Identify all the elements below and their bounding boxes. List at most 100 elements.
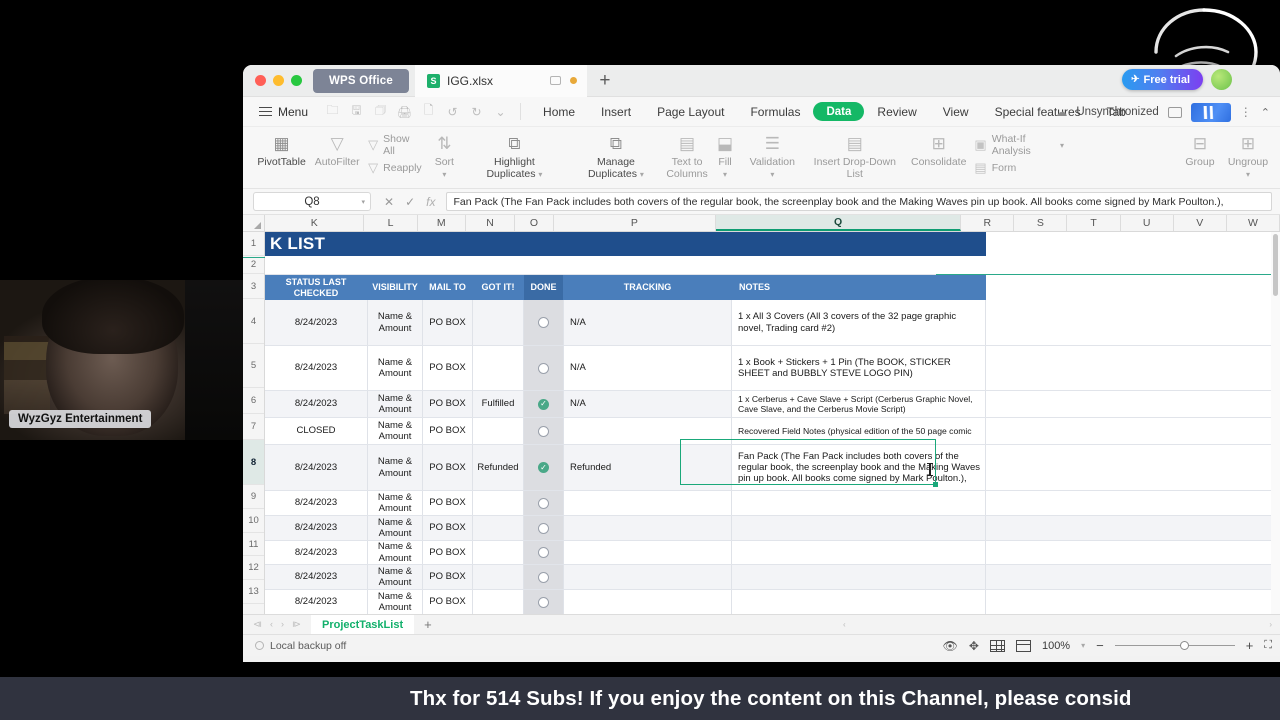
- collapse-ribbon-icon[interactable]: ⌃: [1261, 106, 1274, 119]
- row-header-8[interactable]: 8: [243, 440, 264, 485]
- cell-notes[interactable]: [732, 541, 986, 564]
- formula-input[interactable]: Fan Pack (The Fan Pack includes both cov…: [446, 192, 1272, 211]
- row-header-13[interactable]: 13: [243, 580, 264, 604]
- row-header-5[interactable]: 5: [243, 344, 264, 388]
- zoom-slider-knob[interactable]: [1179, 641, 1189, 650]
- column-header-K[interactable]: K: [265, 215, 365, 231]
- cell-mail-to[interactable]: PO BOX: [423, 516, 473, 540]
- select-all-corner[interactable]: [243, 215, 265, 231]
- chevron-down-icon[interactable]: ▾: [723, 170, 727, 179]
- row-header-11[interactable]: 11: [243, 533, 264, 556]
- cell-status[interactable]: 8/24/2023: [265, 590, 368, 614]
- cell-done[interactable]: [524, 491, 564, 515]
- cell-notes[interactable]: [732, 565, 986, 589]
- table-row[interactable]: 8/24/2023 Name & Amount PO BOX: [265, 590, 1280, 614]
- checkbox-empty-icon[interactable]: [538, 362, 549, 374]
- insert-function-icon[interactable]: fx: [426, 195, 435, 209]
- cell-visibility[interactable]: Name & Amount: [368, 445, 423, 490]
- checkbox-empty-icon[interactable]: [538, 522, 549, 534]
- cell-mail-to[interactable]: PO BOX: [423, 391, 473, 417]
- chevron-down-icon[interactable]: ▾: [1060, 141, 1064, 150]
- cell-mail-to[interactable]: PO BOX: [423, 491, 473, 515]
- cell-got-it[interactable]: [473, 300, 524, 345]
- cell-status[interactable]: 8/24/2023: [265, 491, 368, 515]
- column-header-M[interactable]: M: [417, 215, 466, 231]
- column-header-P[interactable]: P: [553, 215, 716, 231]
- menu-button[interactable]: Menu: [278, 105, 308, 119]
- redo-icon[interactable]: ↻: [466, 102, 487, 121]
- ribbon-group[interactable]: ⊟ Group: [1180, 132, 1220, 170]
- cell-tracking[interactable]: [564, 418, 732, 444]
- save-as-icon[interactable]: 🗇: [370, 102, 391, 121]
- row-header-9[interactable]: 9: [243, 485, 264, 509]
- cell-done[interactable]: [524, 565, 564, 589]
- cell-empty[interactable]: [986, 565, 1280, 589]
- maximize-window-button[interactable]: [291, 75, 302, 86]
- ribbon-validation[interactable]: ☰ Validation ▾: [742, 132, 803, 182]
- column-header-S[interactable]: S: [1014, 215, 1068, 231]
- chevron-down-icon[interactable]: ▾: [361, 198, 365, 206]
- ribbon-ungroup[interactable]: ⊞ Ungroup ▾: [1220, 132, 1276, 182]
- cell-notes[interactable]: [732, 516, 986, 540]
- prev-sheet-icon[interactable]: ‹: [270, 619, 273, 630]
- comment-icon[interactable]: [1167, 106, 1182, 118]
- cell-notes[interactable]: [732, 491, 986, 515]
- cancel-formula-icon[interactable]: ✕: [384, 195, 394, 209]
- tab-review[interactable]: Review: [864, 97, 929, 127]
- cell-empty[interactable]: [986, 391, 1280, 417]
- cell-done[interactable]: ✓: [524, 391, 564, 417]
- cell-mail-to[interactable]: PO BOX: [423, 300, 473, 345]
- column-header-Q[interactable]: Q: [716, 215, 962, 231]
- column-header-L[interactable]: L: [364, 215, 418, 231]
- zoom-level-label[interactable]: 100%: [1042, 640, 1070, 652]
- column-header-N[interactable]: N: [465, 215, 516, 231]
- scroll-left-icon[interactable]: ‹: [843, 620, 846, 629]
- row-header-3[interactable]: 3: [243, 274, 264, 299]
- scroll-right-icon[interactable]: ›: [1269, 620, 1272, 629]
- checkbox-empty-icon[interactable]: [538, 596, 549, 608]
- table-row[interactable]: 8/24/2023 Name & Amount PO BOX: [265, 541, 1280, 565]
- column-header-O[interactable]: O: [515, 215, 554, 231]
- cell-empty[interactable]: [986, 346, 1280, 390]
- tab-home[interactable]: Home: [530, 97, 588, 127]
- cell-tracking[interactable]: [564, 565, 732, 589]
- promo-banner-icon[interactable]: [1190, 102, 1231, 122]
- chevron-down-icon[interactable]: ▾: [442, 170, 446, 179]
- checkbox-checked-icon[interactable]: ✓: [538, 398, 549, 410]
- chevron-down-icon[interactable]: ▾: [1246, 170, 1250, 179]
- ribbon-reapply[interactable]: ▽ Reapply: [364, 159, 426, 177]
- cell-status[interactable]: 8/24/2023: [265, 346, 368, 390]
- window-controls[interactable]: [243, 75, 313, 86]
- hamburger-menu-icon[interactable]: [259, 106, 272, 117]
- ribbon-highlight-duplicates[interactable]: ⧉ Highlight Duplicates ▾: [463, 132, 566, 182]
- table-row[interactable]: 8/24/2023 Name & Amount PO BOX Fulfilled…: [265, 391, 1280, 418]
- tab-formulas[interactable]: Formulas: [737, 97, 813, 127]
- cell-status[interactable]: 8/24/2023: [265, 300, 368, 345]
- cell-tracking[interactable]: N/A: [564, 391, 732, 417]
- local-backup-label[interactable]: Local backup off: [270, 640, 346, 652]
- sheet-tab-projecttasklist[interactable]: ProjectTaskList: [311, 614, 415, 635]
- cell-visibility[interactable]: Name & Amount: [368, 516, 423, 540]
- row-header-4[interactable]: 4: [243, 299, 264, 344]
- chevron-down-icon[interactable]: ▾: [640, 170, 644, 179]
- ribbon-sort[interactable]: ⇅ Sort ▾: [426, 132, 463, 182]
- cell-visibility[interactable]: Name & Amount: [368, 590, 423, 614]
- cell-empty[interactable]: [986, 590, 1280, 614]
- tab-data[interactable]: Data: [813, 102, 865, 121]
- cell-notes-selected[interactable]: Fan Pack (The Fan Pack includes both cov…: [732, 445, 986, 490]
- table-row-selected[interactable]: 8/24/2023 Name & Amount PO BOX Refunded …: [265, 445, 1280, 491]
- cell-visibility[interactable]: Name & Amount: [368, 541, 423, 564]
- cell-notes[interactable]: Recovered Field Notes (physical edition …: [732, 418, 986, 444]
- ribbon-form[interactable]: ▤ Form: [970, 159, 1068, 177]
- confirm-formula-icon[interactable]: ✓: [405, 195, 415, 209]
- next-sheet-icon[interactable]: ›: [281, 619, 284, 630]
- cell-visibility[interactable]: Name & Amount: [368, 300, 423, 345]
- cell-status[interactable]: 8/24/2023: [265, 516, 368, 540]
- cell-empty[interactable]: [986, 300, 1280, 345]
- last-sheet-icon[interactable]: ⧐: [292, 619, 301, 630]
- minimize-window-button[interactable]: [273, 75, 284, 86]
- cell-notes[interactable]: 1 x All 3 Covers (All 3 covers of the 32…: [732, 300, 986, 345]
- row-header-1[interactable]: 1: [243, 232, 264, 256]
- cell-visibility[interactable]: Name & Amount: [368, 491, 423, 515]
- checkbox-empty-icon[interactable]: [538, 547, 549, 558]
